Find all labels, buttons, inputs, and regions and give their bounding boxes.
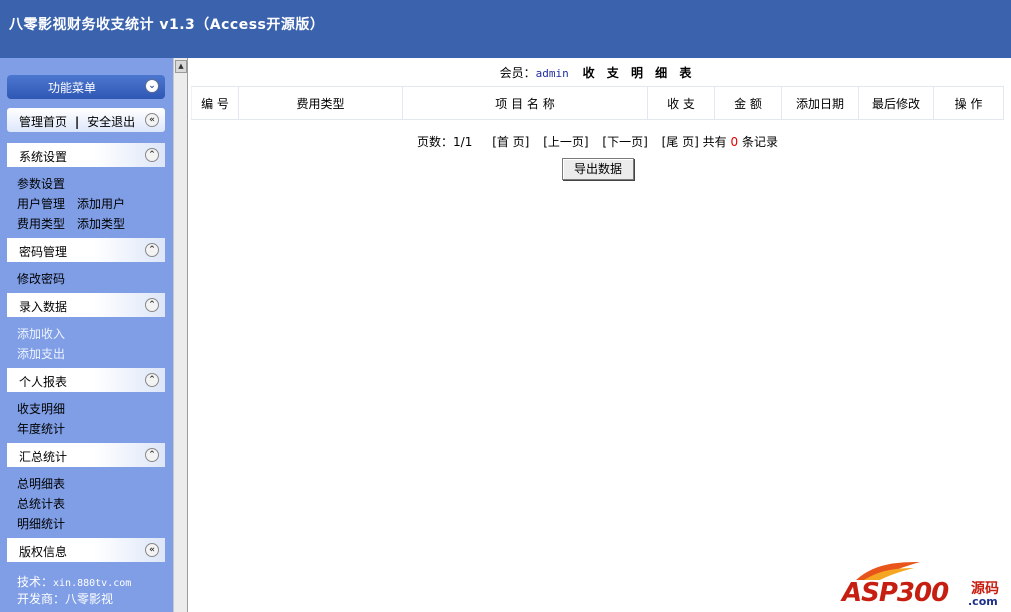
page-title: 收 支 明 细 表 <box>582 66 696 80</box>
sidebar-item-add-type[interactable]: 添加类型 <box>77 215 125 232</box>
sidebar-item-total-details[interactable]: 总明细表 <box>17 475 65 492</box>
sidebar-item-income-details[interactable]: 收支明细 <box>17 400 65 417</box>
chevron-up-icon[interactable]: ⌃ <box>145 243 159 257</box>
hide-sidebar-icon[interactable]: « <box>145 113 159 127</box>
sidebar-item-user-management[interactable]: 用户管理 <box>17 195 65 212</box>
home-link[interactable]: 管理首页 <box>19 115 67 129</box>
prev-page-link[interactable]: [上一页] <box>543 135 588 149</box>
next-page-link[interactable]: [下一页] <box>602 135 647 149</box>
top-links: 管理首页 | 安全退出 « <box>7 108 165 132</box>
menu-title: 功能菜单 <box>47 81 96 95</box>
asp300-watermark-logo: ASP300 源码 .com <box>840 560 1005 610</box>
col-id: 编 号 <box>191 86 239 120</box>
pagination: 页数：1/1 [首 页] [上一页] [下一页] [尾 页] 共有 0 条记录 <box>417 135 778 149</box>
sidebar-item-param-settings[interactable]: 参数设置 <box>17 175 65 192</box>
col-amount: 金 额 <box>714 86 782 120</box>
chevron-left-icon[interactable]: « <box>145 543 159 557</box>
collapse-all-icon[interactable]: ⌄ <box>145 79 159 93</box>
export-data-button[interactable]: 导出数据 <box>562 158 634 180</box>
section-summary-stats[interactable]: 汇总统计 ⌃ <box>7 443 165 467</box>
table-heading: 会员：admin 收 支 明 细 表 <box>499 66 696 80</box>
header-bar: 八零影视财务收支统计 v1.3（Access开源版） <box>0 0 1011 58</box>
col-actions: 操 作 <box>933 86 1004 120</box>
sidebar-scrollbar[interactable]: ▲ <box>173 58 188 612</box>
app-title: 八零影视财务收支统计 v1.3（Access开源版） <box>9 17 325 33</box>
logout-link[interactable]: 安全退出 <box>87 115 135 129</box>
sidebar-item-add-expense[interactable]: 添加支出 <box>17 345 65 362</box>
sidebar-item-expense-types[interactable]: 费用类型 <box>17 215 65 232</box>
sidebar-item-add-income[interactable]: 添加收入 <box>17 325 65 342</box>
sidebar-item-add-user[interactable]: 添加用户 <box>77 195 125 212</box>
sidebar-item-change-password[interactable]: 修改密码 <box>17 270 65 287</box>
table-header-row: 编 号 费用类型 项 目 名 称 收 支 金 额 添加日期 最后修改 操 作 <box>191 86 1004 120</box>
section-personal-reports[interactable]: 个人报表 ⌃ <box>7 368 165 392</box>
chevron-up-icon[interactable]: ⌃ <box>145 148 159 162</box>
sidebar-item-total-stats[interactable]: 总统计表 <box>17 495 65 512</box>
section-password[interactable]: 密码管理 ⌃ <box>7 238 165 262</box>
chevron-up-icon[interactable]: ⌃ <box>145 373 159 387</box>
sidebar-item-annual-stats[interactable]: 年度统计 <box>17 420 65 437</box>
menu-header[interactable]: 功能菜单 ⌄ <box>7 75 165 99</box>
section-system-settings[interactable]: 系统设置 ⌃ <box>7 143 165 167</box>
developer-info: 开发商：八零影视 <box>17 592 114 606</box>
chevron-up-icon[interactable]: ⌃ <box>145 298 159 312</box>
link-separator: | <box>74 115 80 129</box>
records-table: 编 号 费用类型 项 目 名 称 收 支 金 额 添加日期 最后修改 操 作 <box>191 86 1004 120</box>
col-expense-type: 费用类型 <box>238 86 403 120</box>
col-last-modified: 最后修改 <box>858 86 934 120</box>
section-copyright[interactable]: 版权信息 « <box>7 538 165 562</box>
first-page-link[interactable]: [首 页] <box>492 135 529 149</box>
sidebar-item-detail-stats[interactable]: 明细统计 <box>17 515 65 532</box>
chevron-up-icon[interactable]: ⌃ <box>145 448 159 462</box>
last-page-link[interactable]: [尾 页] <box>662 135 699 149</box>
sidebar: 功能菜单 ⌄ 管理首页 | 安全退出 « 系统设置 ⌃ 参数设置 用户管理 添加… <box>0 58 173 612</box>
page-count: 1/1 <box>453 135 473 149</box>
scroll-up-arrow-icon[interactable]: ▲ <box>175 60 187 73</box>
member-name: admin <box>535 67 569 80</box>
record-count: 0 <box>730 135 739 149</box>
main-content: 会员：admin 收 支 明 细 表 编 号 费用类型 项 目 名 称 收 支 … <box>189 58 1006 612</box>
col-income-expense: 收 支 <box>647 86 715 120</box>
tech-info: 技术：xin.880tv.com <box>17 575 132 589</box>
tech-site[interactable]: xin.880tv.com <box>53 578 131 589</box>
col-add-date: 添加日期 <box>781 86 859 120</box>
col-item-name: 项 目 名 称 <box>402 86 648 120</box>
section-data-entry[interactable]: 录入数据 ⌃ <box>7 293 165 317</box>
